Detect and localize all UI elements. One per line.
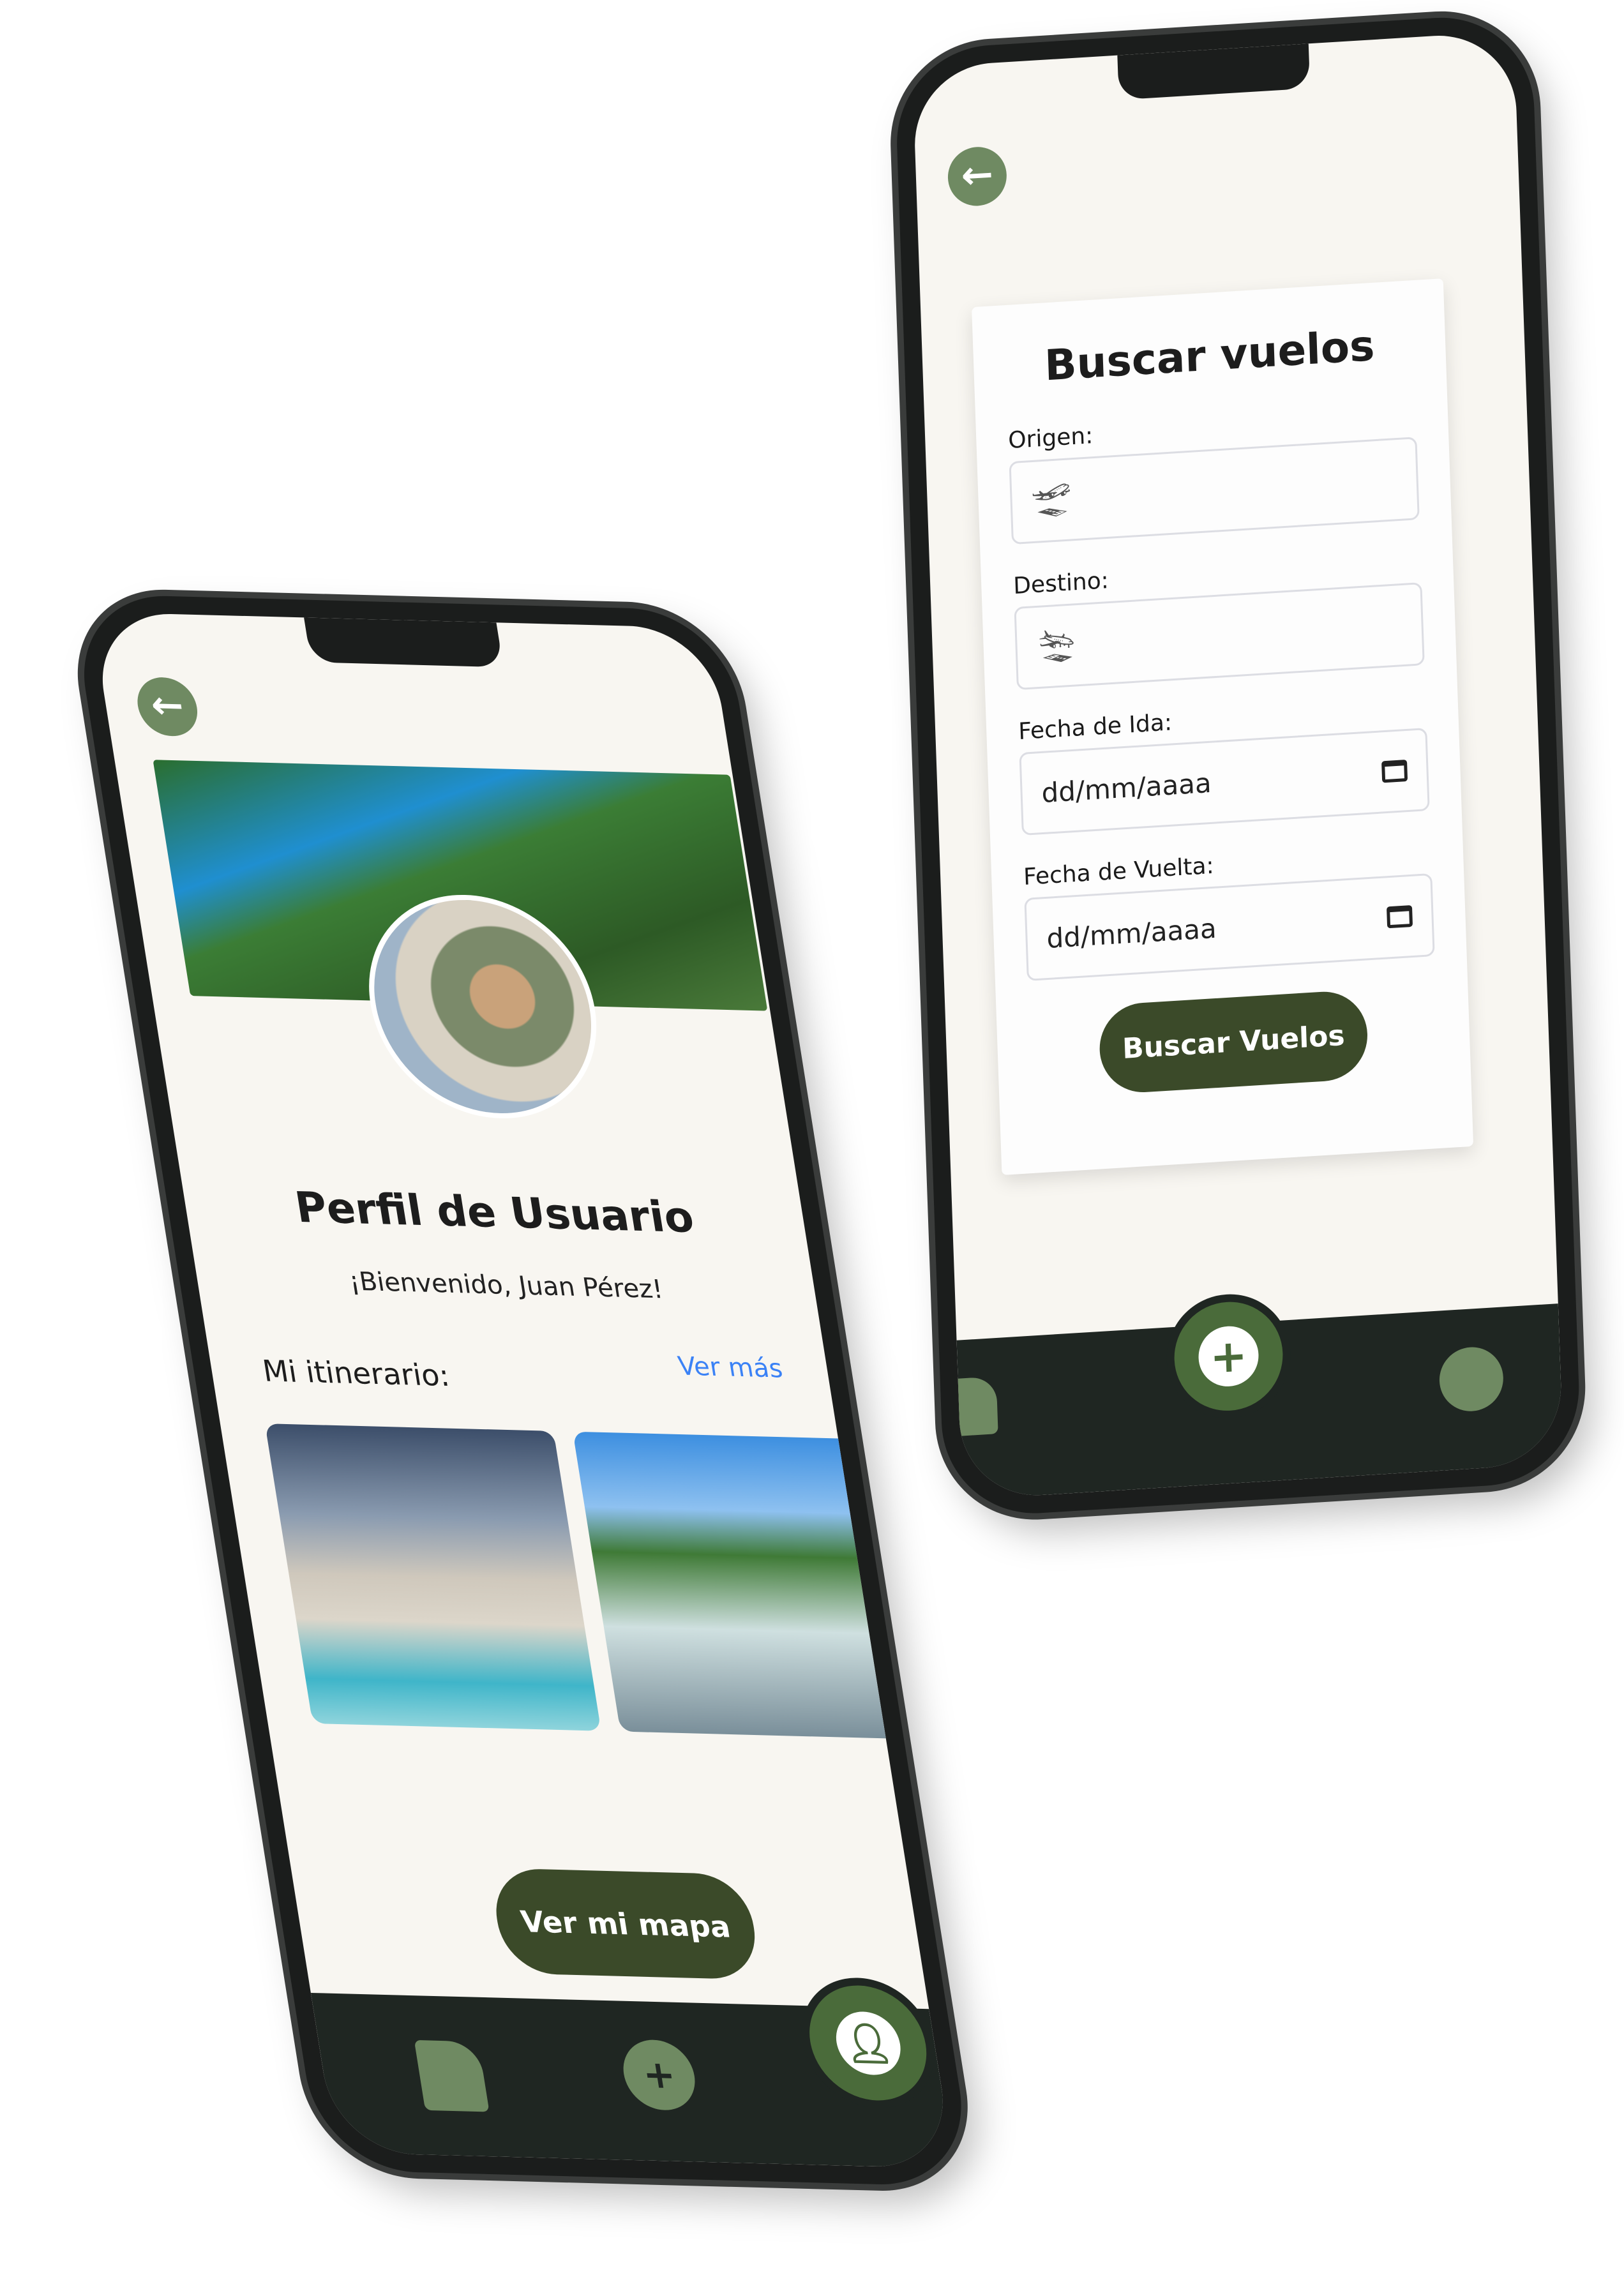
plane-departure-icon: 🛫︎ [1030, 480, 1073, 520]
itinerary-card-waterfalls[interactable] [573, 1431, 909, 1739]
profile-icon: 👤︎ [831, 2010, 905, 2076]
flight-search-screen: ← Buscar vuelos Origen: 🛫︎ Destino: 🛬︎ F… [912, 31, 1564, 1500]
plus-icon: + [639, 2052, 679, 2098]
flight-search-phone: ← Buscar vuelos Origen: 🛫︎ Destino: 🛬︎ F… [894, 11, 1583, 1519]
see-more-link[interactable]: Ver más [676, 1351, 785, 1383]
page-title: Perfil de Usuario [291, 1182, 698, 1243]
home-icon[interactable] [951, 1376, 998, 1437]
notch [1117, 43, 1311, 100]
destination-input[interactable]: 🛬︎ [1014, 582, 1425, 691]
welcome-message: ¡Bienvenido, Juan Pérez! [347, 1266, 665, 1305]
profile-phone: ← Perfil de Usuario ¡Bienvenido, Juan Pé… [70, 594, 975, 2187]
date-placeholder: dd/mm/aaaa [1046, 912, 1217, 954]
view-map-button[interactable]: Ver mi mapa [488, 1868, 762, 1980]
home-icon[interactable] [414, 2039, 490, 2112]
plane-arrival-icon: 🛬︎ [1035, 626, 1078, 666]
notch [304, 617, 504, 668]
back-arrow-icon[interactable]: ← [133, 676, 202, 737]
back-arrow-icon[interactable]: ← [947, 145, 1008, 208]
profile-screen: ← Perfil de Usuario ¡Bienvenido, Juan Pé… [91, 612, 954, 2169]
departure-date-input[interactable]: dd/mm/aaaa [1019, 727, 1430, 836]
origin-input[interactable]: 🛫︎ [1009, 437, 1420, 545]
return-date-input[interactable]: dd/mm/aaaa [1024, 873, 1435, 981]
search-flights-button[interactable]: Buscar Vuelos [1098, 989, 1369, 1095]
itinerary-card-salt-flats[interactable] [264, 1423, 601, 1731]
date-placeholder: dd/mm/aaaa [1041, 767, 1212, 809]
plus-icon: + [1198, 1325, 1259, 1388]
profile-icon[interactable] [1438, 1345, 1505, 1413]
form-title: Buscar vuelos [1044, 320, 1376, 391]
calendar-icon[interactable] [1387, 905, 1413, 929]
calendar-icon[interactable] [1381, 759, 1408, 783]
itinerary-card-partial[interactable] [880, 1439, 954, 1741]
itinerary-heading: Mi itinerario: [260, 1353, 452, 1393]
flight-search-form: Buscar vuelos Origen: 🛫︎ Destino: 🛬︎ Fec… [972, 278, 1474, 1175]
add-button[interactable]: + [618, 2039, 700, 2112]
